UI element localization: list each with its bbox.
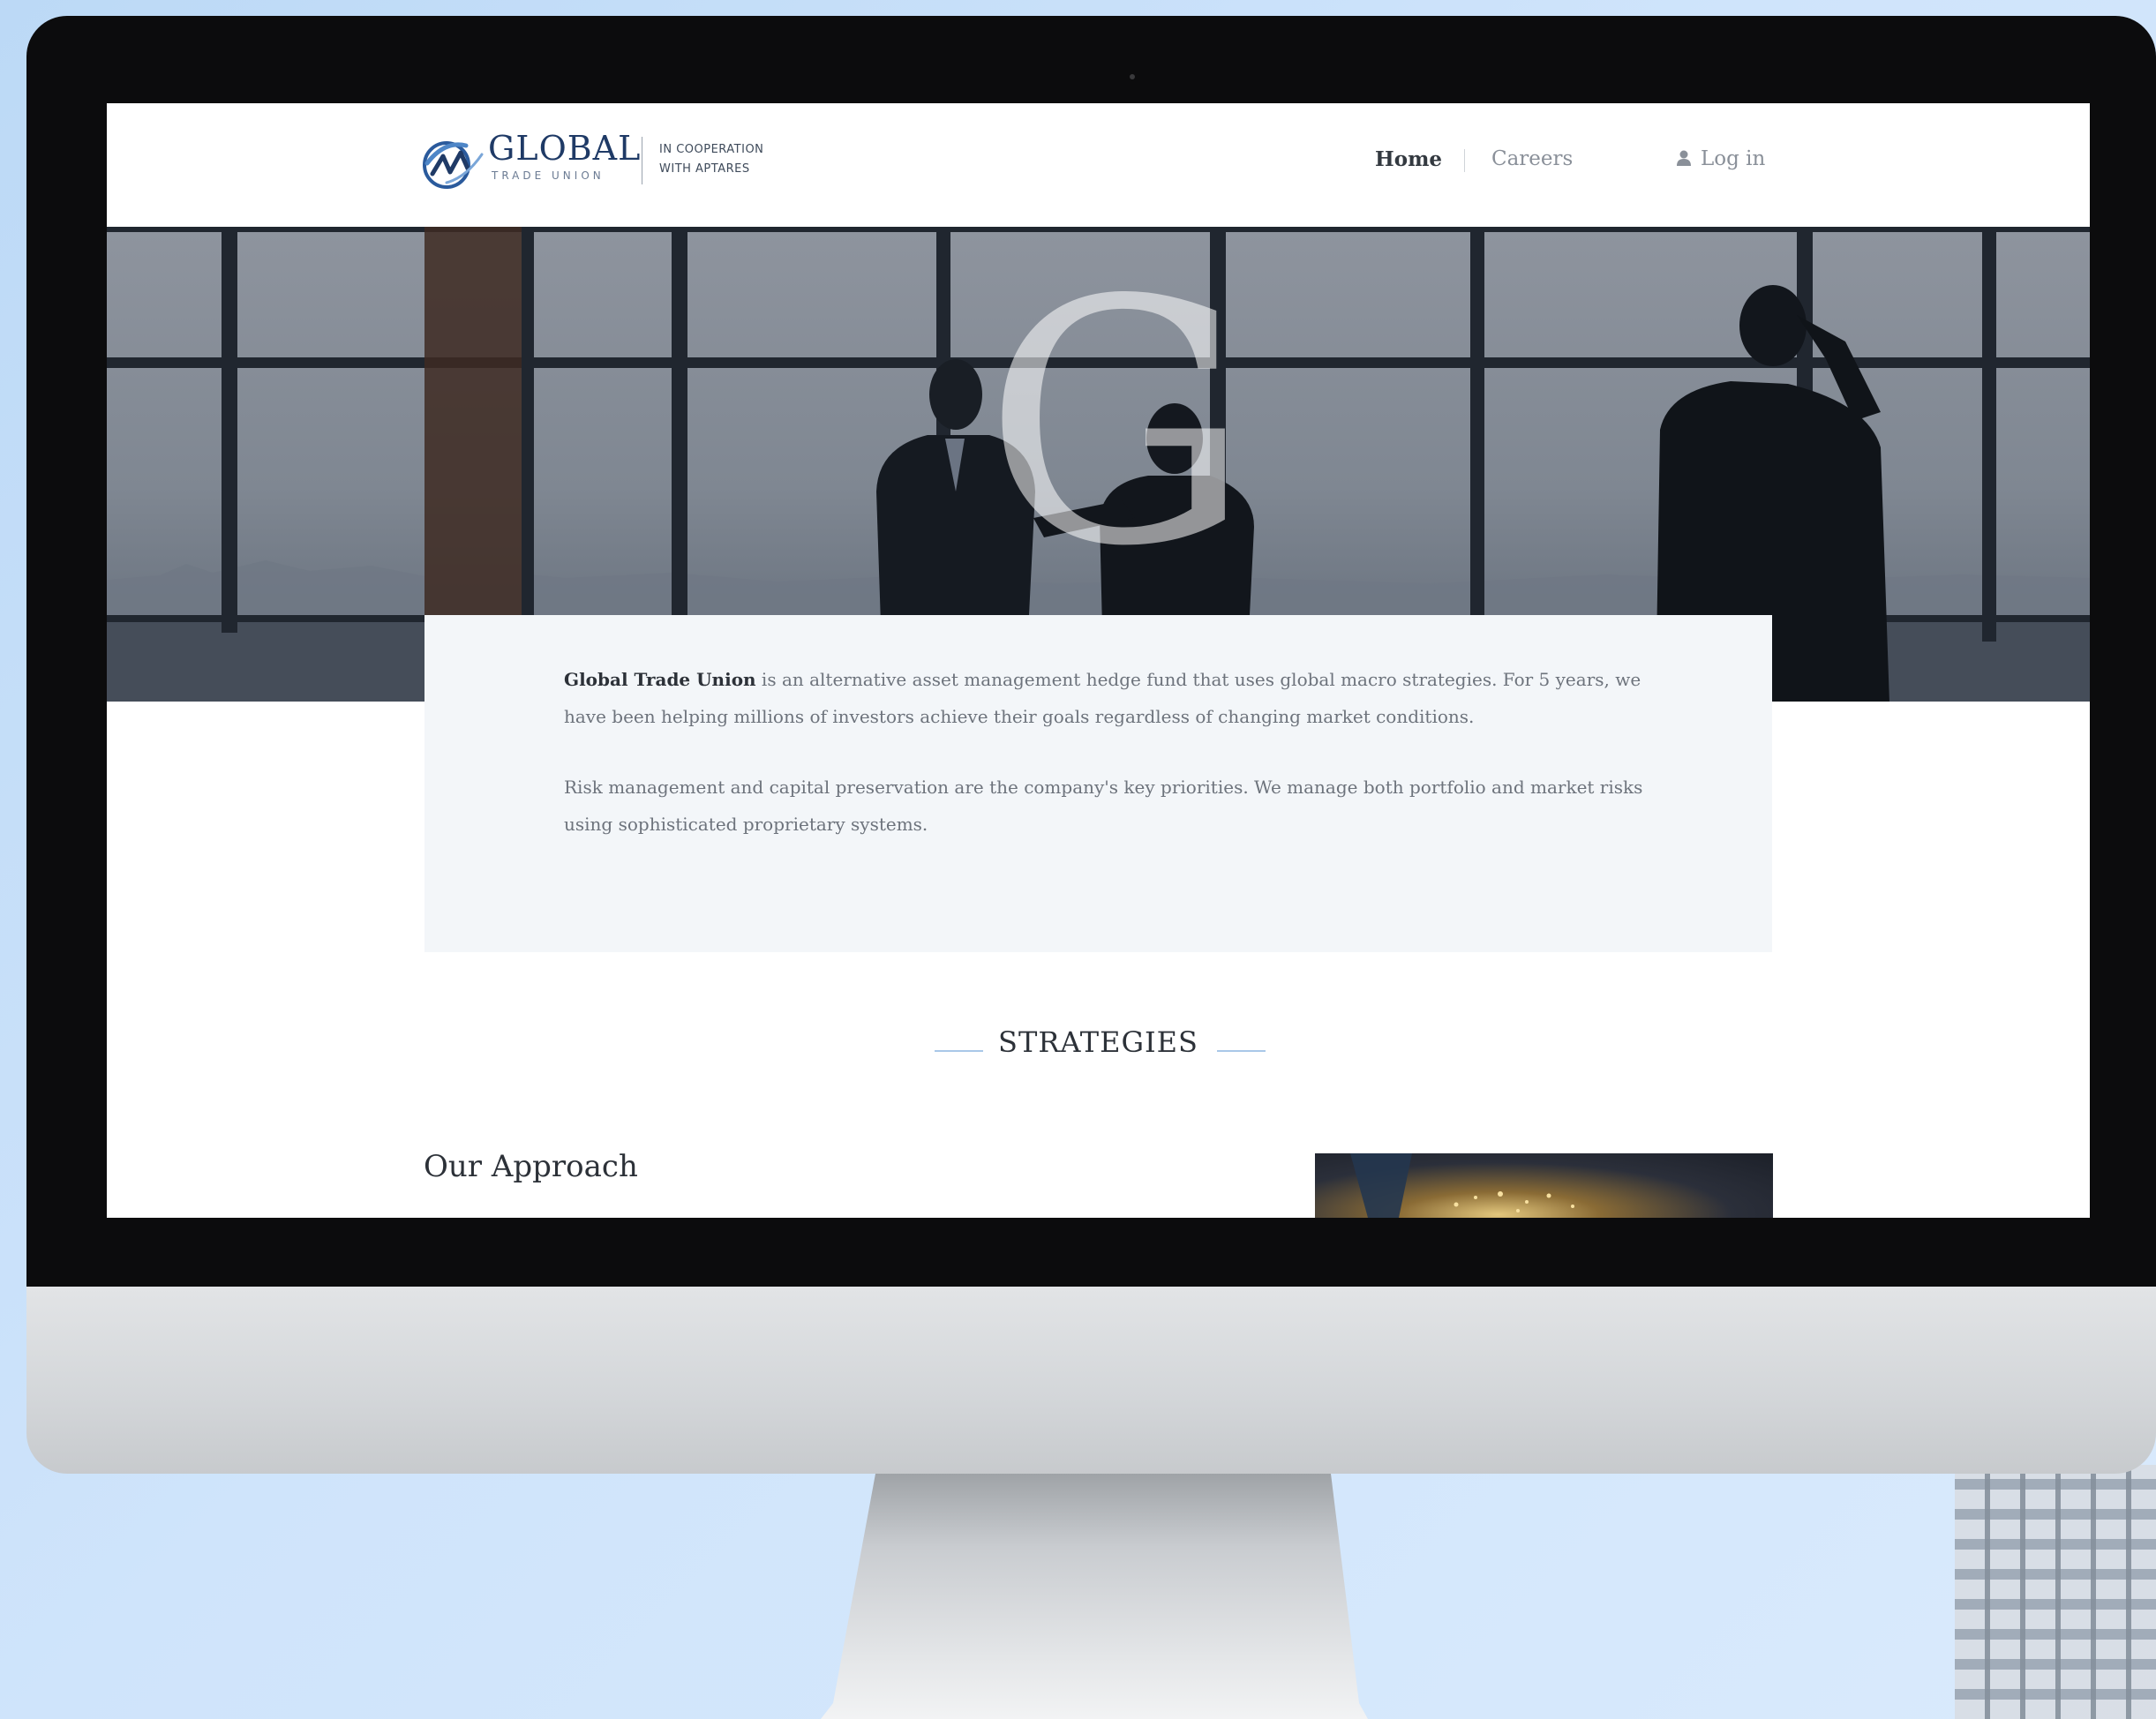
cooperation-line-2: WITH APTARES — [659, 162, 750, 176]
intro-box: Global Trade Union is an alternative ass… — [424, 615, 1772, 952]
monitor-stand — [821, 1474, 1368, 1719]
company-name: Global Trade Union — [564, 669, 756, 690]
user-icon — [1677, 150, 1691, 166]
nav-home-link[interactable]: Home — [1375, 147, 1442, 171]
cooperation-line-1: IN COOPERATION — [659, 143, 764, 156]
site-header: GLOBAL TRADE UNION IN COOPERATION WITH A… — [107, 103, 2090, 227]
brand-name[interactable]: GLOBAL — [488, 131, 641, 165]
strategies-line-right — [1217, 1050, 1266, 1052]
glowing-globe-image — [1315, 1153, 1773, 1218]
nav-careers-link[interactable]: Careers — [1491, 147, 1573, 170]
strategies-heading: STRATEGIES — [998, 1025, 1198, 1059]
brand-subtitle: TRADE UNION — [492, 169, 605, 182]
monitor-chin — [26, 1287, 2156, 1474]
cooperation-text: IN COOPERATION WITH APTARES — [659, 140, 763, 179]
svg-text:G: G — [983, 229, 1251, 619]
nav-separator — [1464, 149, 1465, 172]
intro-paragraph-1: Global Trade Union is an alternative ass… — [564, 661, 1649, 735]
website-screen: GLOBAL TRADE UNION IN COOPERATION WITH A… — [107, 103, 2090, 1218]
global-trade-union-logo-icon[interactable] — [420, 133, 486, 191]
intro-paragraph-2: Risk management and capital preservation… — [564, 777, 1643, 835]
camera-icon — [1130, 74, 1135, 79]
globe-lights-graphic — [1350, 1153, 1574, 1218]
background-building — [1955, 1465, 2156, 1719]
login-link[interactable]: Log in — [1676, 147, 1765, 170]
login-label: Log in — [1701, 147, 1766, 170]
approach-heading: Our Approach — [424, 1149, 638, 1184]
